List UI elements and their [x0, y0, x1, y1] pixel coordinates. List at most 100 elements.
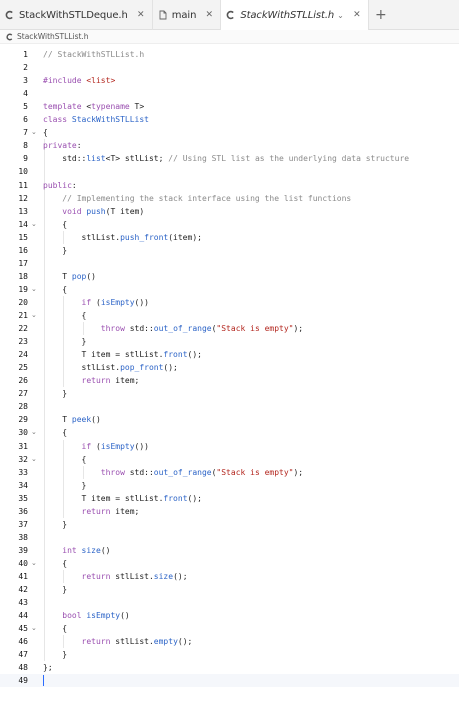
- code-token: (): [91, 415, 101, 425]
- code-line[interactable]: 13 void push(T item): [0, 205, 459, 218]
- code-text: if (isEmpty()): [43, 440, 149, 453]
- code-line[interactable]: 30 ⌄ {: [0, 426, 459, 439]
- fold-chevron-icon[interactable]: ⌄: [31, 218, 39, 231]
- code-line[interactable]: 33 throw std::out_of_range("Stack is emp…: [0, 466, 459, 479]
- fold-chevron-icon[interactable]: ⌄: [31, 622, 39, 635]
- code-line[interactable]: 4: [0, 87, 459, 100]
- fold-chevron-icon[interactable]: ⌄: [31, 126, 39, 139]
- code-line[interactable]: 44 bool isEmpty(): [0, 609, 459, 622]
- code-line[interactable]: 40 ⌄ {: [0, 557, 459, 570]
- tab-label: StackWithSTLList.h: [240, 9, 335, 21]
- chevron-down-icon[interactable]: ⌄: [337, 11, 344, 20]
- code-line[interactable]: 10: [0, 165, 459, 178]
- code-line[interactable]: 36 return item;: [0, 505, 459, 518]
- code-line[interactable]: 43: [0, 596, 459, 609]
- code-line[interactable]: 19 ⌄ {: [0, 283, 459, 296]
- code-line[interactable]: 24 T item = stlList.front();: [0, 348, 459, 361]
- code-line[interactable]: 47 }: [0, 648, 459, 661]
- code-token: return: [81, 376, 111, 386]
- code-line[interactable]: 17: [0, 257, 459, 270]
- code-line[interactable]: 23 }: [0, 335, 459, 348]
- code-line[interactable]: 38: [0, 531, 459, 544]
- code-line[interactable]: 25 stlList.pop_front();: [0, 361, 459, 374]
- code-line[interactable]: 45 ⌄ {: [0, 622, 459, 635]
- document-icon: [158, 10, 168, 20]
- line-number: 37: [18, 519, 28, 529]
- fold-chevron-icon[interactable]: ⌄: [31, 426, 39, 439]
- code-token: pop: [71, 271, 87, 281]
- code-line[interactable]: 27 }: [0, 387, 459, 400]
- breadcrumb-file[interactable]: StackWithSTLList.h: [17, 32, 89, 41]
- c-file-icon: [6, 33, 14, 41]
- tab-bar: StackWithSTLDeque.h ✕ main ✕ StackWithST…: [0, 0, 459, 30]
- code-line[interactable]: 12 // Implementing the stack interface u…: [0, 192, 459, 205]
- code-line[interactable]: 21 ⌄ {: [0, 309, 459, 322]
- code-token: push_front: [120, 232, 169, 242]
- code-line[interactable]: 15 stlList.push_front(item);: [0, 231, 459, 244]
- tab-main[interactable]: main ✕: [153, 0, 222, 30]
- code-line[interactable]: 34 }: [0, 479, 459, 492]
- line-number: 39: [18, 545, 28, 555]
- code-token: isEmpty: [86, 611, 121, 621]
- code-token: T item = stlList.: [43, 493, 164, 503]
- line-number: 47: [18, 650, 28, 660]
- code-line[interactable]: 7 ⌄ {: [0, 126, 459, 139]
- code-token: out_of_range: [153, 467, 212, 477]
- tab-label: StackWithSTLDeque.h: [19, 9, 128, 21]
- code-line[interactable]: 20 if (isEmpty()): [0, 296, 459, 309]
- tab-stackwithstldeque[interactable]: StackWithSTLDeque.h ✕: [0, 0, 153, 30]
- code-token: }: [43, 389, 68, 399]
- code-line[interactable]: 9 std::list<T> stlList; // Using STL lis…: [0, 152, 459, 165]
- code-editor[interactable]: 1// StackWithSTLList.h 2 3 #include <list> 4…: [0, 46, 459, 707]
- code-line[interactable]: 29 T peek(): [0, 413, 459, 426]
- code-line[interactable]: 5 template <typename T>: [0, 100, 459, 113]
- code-line[interactable]: 14 ⌄ {: [0, 218, 459, 231]
- code-token: bool: [62, 611, 82, 621]
- fold-chevron-icon[interactable]: ⌄: [31, 453, 39, 466]
- fold-chevron-icon[interactable]: ⌄: [31, 309, 39, 322]
- line-number: 48: [18, 663, 28, 673]
- line-number: 8: [23, 141, 28, 151]
- code-text: return item;: [43, 505, 140, 518]
- code-line[interactable]: 1 // StackWithSTLList.h: [0, 48, 459, 61]
- line-number: 21: [18, 311, 28, 320]
- close-icon[interactable]: ✕: [136, 10, 146, 20]
- code-line[interactable]: 41 return stlList.size();: [0, 570, 459, 583]
- close-icon[interactable]: ✕: [352, 10, 362, 20]
- code-text: if (isEmpty()): [43, 296, 149, 309]
- code-line[interactable]: 39 int size(): [0, 544, 459, 557]
- code-text: {: [43, 426, 67, 439]
- code-line[interactable]: 3 #include <list>: [0, 74, 459, 87]
- code-token: stlList.: [110, 572, 154, 581]
- code-token: throw: [100, 467, 125, 477]
- fold-chevron-icon[interactable]: ⌄: [31, 283, 39, 296]
- code-line[interactable]: 32 ⌄ {: [0, 453, 459, 466]
- code-line[interactable]: 46 return stlList.empty();: [0, 635, 459, 648]
- code-line[interactable]: 48};: [0, 661, 459, 674]
- code-line[interactable]: 22 throw std::out_of_range("Stack is emp…: [0, 322, 459, 335]
- code-text: {: [43, 309, 87, 322]
- code-line[interactable]: 42 }: [0, 583, 459, 596]
- code-token: }: [43, 519, 68, 529]
- code-line[interactable]: 8 private:: [0, 139, 459, 152]
- new-tab-button[interactable]: +: [369, 0, 393, 30]
- code-line[interactable]: 16 }: [0, 244, 459, 257]
- code-line[interactable]: 18 T pop(): [0, 270, 459, 283]
- code-line[interactable]: 31 if (isEmpty()): [0, 440, 459, 453]
- code-text: return stlList.size();: [43, 570, 188, 583]
- code-line[interactable]: 6 class StackWithSTLList: [0, 113, 459, 126]
- code-line[interactable]: 26 return item;: [0, 374, 459, 387]
- code-line[interactable]: 2: [0, 61, 459, 74]
- code-token: isEmpty: [100, 297, 135, 307]
- line-number: 15: [18, 232, 28, 242]
- code-line[interactable]: 37 }: [0, 518, 459, 531]
- close-icon[interactable]: ✕: [204, 10, 214, 20]
- code-line[interactable]: 11 public:: [0, 179, 459, 192]
- code-line[interactable]: 28: [0, 400, 459, 413]
- code-text: }: [43, 244, 67, 257]
- code-line[interactable]: 35 T item = stlList.front();: [0, 492, 459, 505]
- code-token: };: [43, 663, 53, 673]
- code-line[interactable]: 49: [0, 674, 459, 688]
- fold-chevron-icon[interactable]: ⌄: [31, 557, 39, 570]
- tab-stackwithstllist[interactable]: StackWithSTLList.h ⌄ ✕: [221, 0, 369, 30]
